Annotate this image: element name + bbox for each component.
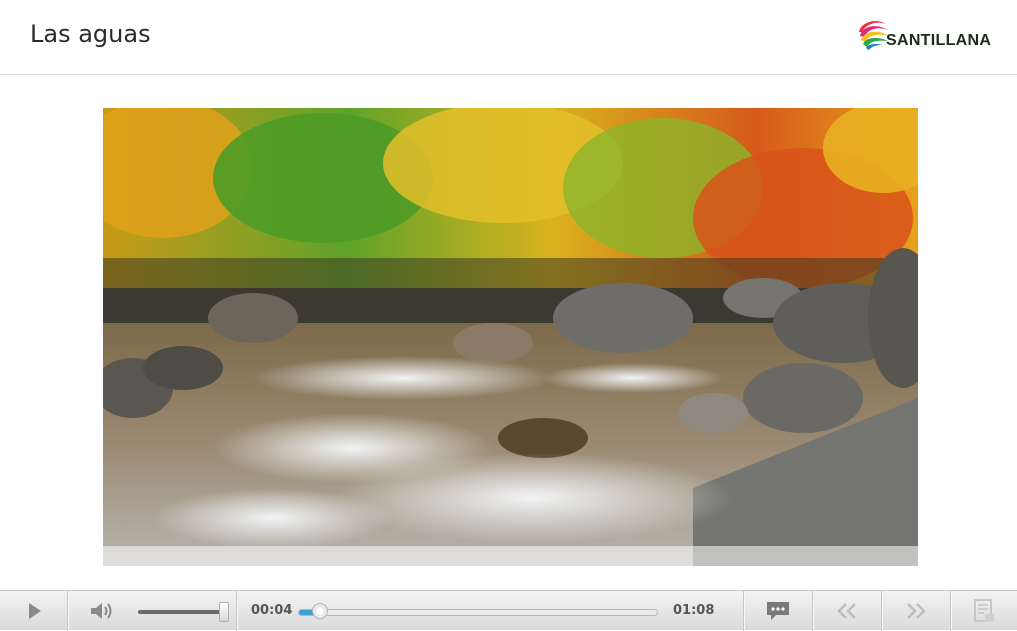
play-button[interactable] bbox=[0, 591, 67, 631]
subtitles-button[interactable] bbox=[744, 591, 812, 631]
subtitles-icon bbox=[767, 602, 789, 620]
logo-mark-icon bbox=[859, 21, 889, 50]
current-time: 00:04 bbox=[251, 603, 293, 618]
volume-slider-track[interactable] bbox=[138, 610, 226, 614]
play-icon bbox=[28, 603, 41, 619]
transcript-button[interactable] bbox=[951, 591, 1017, 631]
volume-icon bbox=[91, 603, 112, 619]
progress-bar[interactable] bbox=[298, 603, 658, 619]
logo-text: SANTILLANA bbox=[886, 32, 992, 49]
mute-button[interactable] bbox=[82, 591, 122, 631]
progress-handle[interactable] bbox=[312, 603, 328, 619]
previous-icon bbox=[837, 603, 856, 619]
player-controls: 00:04 01:08 bbox=[0, 590, 1017, 631]
page-title: Las aguas bbox=[30, 20, 151, 48]
video-thumbnail bbox=[103, 108, 918, 566]
next-button[interactable] bbox=[882, 591, 950, 631]
divider bbox=[67, 591, 68, 631]
divider bbox=[236, 591, 237, 631]
video-bottom-band bbox=[103, 546, 918, 566]
santillana-logo: SANTILLANA bbox=[856, 18, 996, 54]
video-frame[interactable] bbox=[103, 108, 918, 566]
header-bar: Las aguas SANTILLANA bbox=[0, 0, 1017, 75]
next-icon bbox=[907, 603, 926, 619]
volume-slider-handle[interactable] bbox=[219, 602, 229, 622]
transcript-icon bbox=[974, 599, 994, 622]
previous-button[interactable] bbox=[813, 591, 881, 631]
duration-time: 01:08 bbox=[673, 603, 715, 618]
